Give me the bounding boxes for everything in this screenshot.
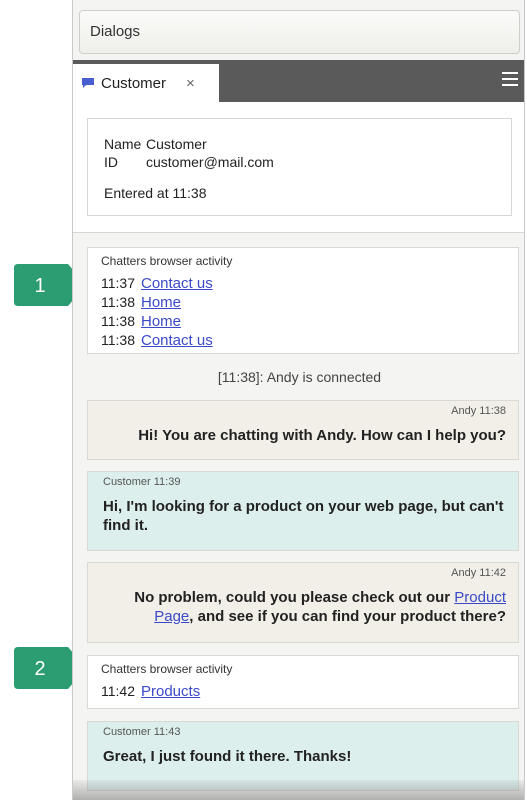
activity-row: 11:42 Products — [101, 682, 518, 701]
dialogs-header[interactable]: Dialogs — [79, 10, 520, 54]
hamburger-menu-icon[interactable] — [502, 72, 518, 88]
message-text: Hi, I'm looking for a product on your we… — [103, 498, 504, 534]
activity-row: 11:37 Contact us — [101, 274, 518, 293]
message-text: No problem, could you please check out o… — [100, 588, 506, 626]
activity-link[interactable]: Products — [141, 683, 200, 700]
system-message: [11:38]: Andy is connected — [217, 369, 382, 385]
message-agent: Andy 11:42 No problem, could you please … — [87, 562, 519, 643]
activity-title: Chatters browser activity — [101, 662, 233, 676]
id-label: ID — [104, 154, 118, 170]
message-agent: Andy 11:38 Hi! You are chatting with And… — [87, 400, 519, 460]
message-meta: Andy 11:38 — [451, 405, 506, 417]
activity-time: 11:38 — [101, 332, 135, 348]
name-value: Customer — [146, 136, 207, 152]
message-meta: Customer 11:39 — [103, 476, 181, 488]
browser-activity-1: Chatters browser activity 11:37 Contact u… — [87, 247, 519, 354]
activity-time: 11:42 — [101, 683, 135, 699]
name-label: Name — [104, 136, 142, 152]
callout-1-number: 1 — [34, 275, 45, 297]
chat-bubble-icon — [82, 78, 94, 88]
customer-info-area: Name Customer ID customer@mail.com Enter… — [73, 102, 524, 233]
activity-row: 11:38 Home — [101, 312, 518, 331]
message-text: Great, I just found it there. Thanks! — [103, 748, 352, 765]
tab-bar: Customer × — [73, 60, 524, 102]
activity-link[interactable]: Home — [141, 294, 181, 311]
message-text-after: , and see if you can find your product t… — [189, 608, 506, 625]
bottom-shadow — [73, 780, 524, 800]
activity-link[interactable]: Contact us — [141, 332, 213, 349]
activity-time: 11:38 — [101, 294, 135, 310]
browser-activity-2: Chatters browser activity 11:42 Products — [87, 655, 519, 709]
message-text: Hi! You are chatting with Andy. How can … — [138, 427, 506, 444]
callout-2-number: 2 — [34, 658, 45, 680]
activity-row: 11:38 Home — [101, 293, 518, 312]
activity-link[interactable]: Home — [141, 313, 181, 330]
entered-time: Entered at 11:38 — [104, 185, 207, 201]
id-value: customer@mail.com — [146, 154, 274, 170]
tab-label: Customer — [101, 74, 167, 92]
activity-link[interactable]: Contact us — [141, 275, 213, 292]
activity-time: 11:37 — [101, 275, 135, 291]
close-icon[interactable]: × — [186, 75, 195, 92]
chat-content: Name Customer ID customer@mail.com Enter… — [73, 102, 524, 800]
activity-title: Chatters browser activity — [101, 254, 233, 268]
tab-customer[interactable]: Customer × — [73, 64, 219, 102]
customer-info-box: Name Customer ID customer@mail.com Enter… — [87, 118, 512, 216]
message-text-before: No problem, could you please check out o… — [134, 589, 455, 606]
chat-panel: Dialogs Customer × Name Customer ID cust… — [72, 0, 525, 800]
activity-row: 11:38 Contact us — [101, 331, 518, 350]
activity-time: 11:38 — [101, 313, 135, 329]
message-customer: Customer 11:39 Hi, I'm looking for a pro… — [87, 471, 519, 551]
message-meta: Andy 11:42 — [451, 567, 506, 579]
message-meta: Customer 11:43 — [103, 726, 181, 738]
